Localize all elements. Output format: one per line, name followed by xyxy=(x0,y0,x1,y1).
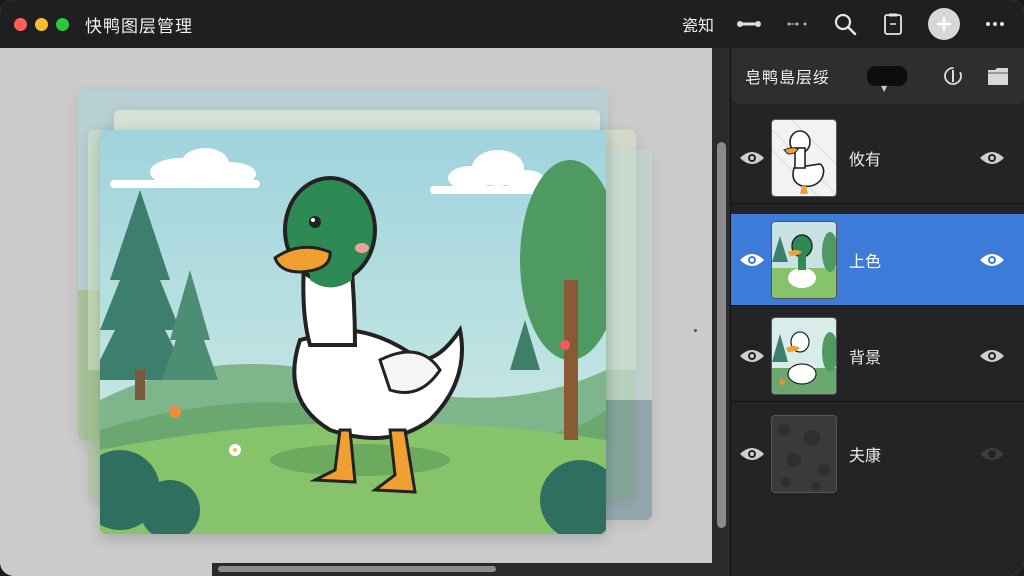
search-icon[interactable] xyxy=(832,11,858,37)
layer-row[interactable]: 背景 xyxy=(731,310,1024,402)
more-icon[interactable] xyxy=(982,11,1008,37)
layer-thumbnail xyxy=(771,415,837,493)
eye-icon[interactable] xyxy=(979,251,1005,269)
sync-icon[interactable] xyxy=(941,64,965,88)
dots-link-icon[interactable] xyxy=(784,11,810,37)
eye-icon[interactable] xyxy=(979,347,1005,365)
layer-row[interactable]: 攸有 xyxy=(731,112,1024,204)
title-bar: 快鸭图层管理 瓷知 xyxy=(0,0,1024,48)
minimize-window-button[interactable] xyxy=(35,17,48,31)
horizontal-scroll-thumb[interactable] xyxy=(218,566,496,572)
eye-icon[interactable] xyxy=(739,347,765,365)
layers-panel-title: 皂鸭島层绥 xyxy=(745,68,831,87)
layers-panel: 皂鸭島层绥 ▼ 攸有 上色 背景 夫康 xyxy=(730,48,1024,576)
layer-thumbnail xyxy=(771,316,837,395)
layers-panel-header: 皂鸭島层绥 ▼ xyxy=(731,48,1024,104)
close-window-button[interactable] xyxy=(14,17,27,31)
maximize-window-button[interactable] xyxy=(56,17,69,31)
link-icon[interactable] xyxy=(736,11,762,37)
vertical-scroll-thumb[interactable] xyxy=(717,142,726,528)
eye-icon[interactable] xyxy=(979,149,1005,167)
layer-thumbnail xyxy=(771,118,837,197)
folder-icon[interactable] xyxy=(986,64,1010,88)
blend-mode-select[interactable] xyxy=(867,66,907,86)
eye-icon[interactable] xyxy=(979,445,1005,463)
layer-name: 背景 xyxy=(849,347,882,367)
layer-row[interactable]: 夫康 xyxy=(731,408,1024,500)
eye-icon[interactable] xyxy=(739,445,765,463)
layer-name: 夫康 xyxy=(849,446,882,465)
app-title: 快鸭图层管理 xyxy=(85,16,193,37)
layer-name: 上色 xyxy=(849,251,882,271)
window-controls xyxy=(14,17,69,31)
duck-scene-layer[interactable] xyxy=(100,130,606,534)
app-window: 快鸭图层管理 瓷知 皂鸭島层绥 ▼ 攸有 上色 背景 夫康 xyxy=(0,0,1024,576)
chevron-down-icon: ▼ xyxy=(881,84,888,93)
canvas-marker xyxy=(694,329,697,332)
eye-icon[interactable] xyxy=(739,149,765,167)
layer-row-selected[interactable]: 上色 xyxy=(731,214,1024,306)
toolbar: 瓷知 xyxy=(682,0,1008,48)
layer-thumbnail xyxy=(771,220,837,299)
toolbar-text-button[interactable]: 瓷知 xyxy=(682,12,714,36)
canvas-area[interactable] xyxy=(0,48,712,576)
layer-name: 攸有 xyxy=(849,149,882,169)
add-icon[interactable] xyxy=(928,8,960,40)
bookmark-icon[interactable] xyxy=(880,11,906,37)
eye-icon[interactable] xyxy=(739,251,765,269)
